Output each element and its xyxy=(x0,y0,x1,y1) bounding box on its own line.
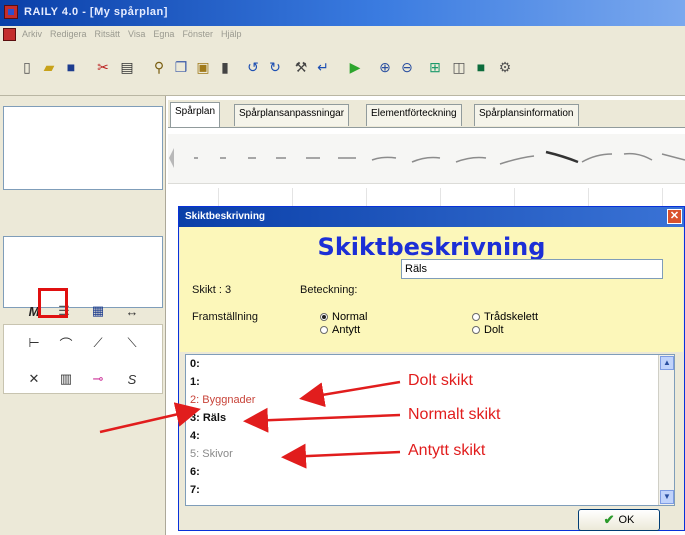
settings-icon[interactable]: ⚙ xyxy=(496,58,514,76)
tool-icon[interactable]: ⚒ xyxy=(292,58,310,76)
menu-ritsatt[interactable]: Ritsätt xyxy=(95,29,121,39)
dialog-titlebar[interactable]: Skiktbeskrivning ✕ xyxy=(179,207,684,227)
radio-hinted-dot[interactable] xyxy=(320,326,328,334)
layer-row[interactable]: 6: xyxy=(190,466,200,478)
color-icon[interactable]: ■ xyxy=(472,58,490,76)
layer-row[interactable]: 4: xyxy=(190,430,200,442)
layers-icon[interactable]: ◫ xyxy=(450,58,468,76)
menu-fonster[interactable]: Fönster xyxy=(182,29,213,39)
annotation-normal-layer: Normalt skikt xyxy=(408,406,501,423)
switch-right-icon[interactable]: ⟍ xyxy=(120,331,144,355)
rotate-right-icon[interactable]: ↻ xyxy=(266,58,284,76)
layer-name-input[interactable] xyxy=(401,259,663,279)
s-curve-icon[interactable]: S xyxy=(120,367,144,391)
presentation-label: Framställning xyxy=(192,311,259,323)
fit-icon[interactable]: ⊞ xyxy=(426,58,444,76)
dialog-heading: Skiktbeskrivning xyxy=(317,233,546,261)
element-list[interactable] xyxy=(3,106,163,190)
ok-button[interactable]: ✔ OK xyxy=(578,509,660,531)
radio-hinted[interactable]: Antytt xyxy=(320,324,360,336)
crossing-icon[interactable]: ✕ xyxy=(22,367,46,391)
dialog-title: Skiktbeskrivning xyxy=(185,211,266,222)
app-title: RAILY 4.0 - [My spårplan] xyxy=(24,6,168,18)
enter-icon[interactable]: ↵ xyxy=(314,58,332,76)
radio-normal[interactable]: Normal xyxy=(320,311,367,323)
checkmark-icon: ✔ xyxy=(603,512,615,527)
rotate-left-icon[interactable]: ↺ xyxy=(244,58,262,76)
menu-hjalp[interactable]: Hjälp xyxy=(221,29,242,39)
layer-description-dialog: Skiktbeskrivning ✕ Skiktbeskrivning Skik… xyxy=(178,206,685,531)
zoom-out-icon[interactable]: ⊖ xyxy=(398,58,416,76)
tab-elementforteckning[interactable]: Elementförteckning xyxy=(366,104,462,126)
layer-row[interactable]: 5: Skivor xyxy=(190,448,233,460)
layer-row[interactable]: 0: xyxy=(190,358,200,370)
menu-egna[interactable]: Egna xyxy=(153,29,174,39)
play-icon[interactable]: ▶ xyxy=(346,58,364,76)
layer-list-scrollbar[interactable]: ▲ ▼ xyxy=(658,355,674,505)
layer-row[interactable]: 2: Byggnader xyxy=(190,394,255,406)
document-icon xyxy=(3,28,16,41)
measure-icon[interactable]: ↔ xyxy=(120,299,144,323)
layer-row[interactable]: 7: xyxy=(190,484,200,496)
radio-normal-dot[interactable] xyxy=(320,313,328,321)
table-icon[interactable]: ▦ xyxy=(86,299,110,323)
cut-icon[interactable]: ✂ xyxy=(94,58,112,76)
radio-skeleton-dot[interactable] xyxy=(472,313,480,321)
menu-redigera[interactable]: Redigera xyxy=(50,29,87,39)
radio-hidden-dot[interactable] xyxy=(472,326,480,334)
layer-row[interactable]: 3: Räls xyxy=(190,412,226,424)
radio-hidden-label: Dolt xyxy=(484,324,504,336)
annotation-hidden-layer: Dolt skikt xyxy=(408,372,473,389)
radio-skeleton-label: Trådskelett xyxy=(484,311,539,323)
tab-row: Spårplan Spårplansanpassningar Elementfö… xyxy=(168,100,685,128)
delete-icon[interactable]: ▮ xyxy=(216,58,234,76)
tab-sparplansanpassningar[interactable]: Spårplansanpassningar xyxy=(234,104,350,126)
dialog-header-band: Skiktbeskrivning Skikt : 3 Beteckning: F… xyxy=(180,227,683,352)
menu-bar: Arkiv Redigera Ritsätt Visa Egna Fönster… xyxy=(0,26,685,44)
menu-items: Arkiv Redigera Ritsätt Visa Egna Fönster… xyxy=(22,29,241,39)
radio-hidden[interactable]: Dolt xyxy=(472,324,504,336)
toolbar: ▯ ▰ ■ ✂ ▤ ⚲ ❐ ▣ ▮ ↺ ↻ ⚒ ↵ ▶ ⊕ ⊖ ⊞ ◫ ■ ⚙ xyxy=(0,44,685,96)
straight-track-icon[interactable]: ⊢ xyxy=(22,331,46,355)
annotation-hinted-layer: Antytt skikt xyxy=(408,442,486,459)
copy-icon[interactable]: ❐ xyxy=(172,58,190,76)
radio-skeleton[interactable]: Trådskelett xyxy=(472,311,538,323)
scroll-down-icon[interactable]: ▼ xyxy=(660,490,674,504)
layer-number-label: Skikt : 3 xyxy=(192,284,232,296)
buffer-icon[interactable]: ▥ xyxy=(54,367,78,391)
new-file-icon[interactable]: ▯ xyxy=(18,58,36,76)
menu-visa[interactable]: Visa xyxy=(128,29,145,39)
marker-icon[interactable]: ⊸ xyxy=(86,367,110,391)
zoom-in-icon[interactable]: ⊕ xyxy=(376,58,394,76)
layer-row[interactable]: 1: xyxy=(190,376,200,388)
open-folder-icon[interactable]: ▰ xyxy=(40,58,58,76)
tab-sparplan[interactable]: Spårplan xyxy=(170,102,221,127)
app-logo-icon xyxy=(4,5,18,19)
highlight-box xyxy=(38,288,68,318)
name-label: Beteckning: xyxy=(300,284,358,296)
find-icon[interactable]: ⚲ xyxy=(150,58,168,76)
tool-palette: M ☰ ▦ ↔ ⊢ ⌒ ⟋ ⟍ ✕ ▥ ⊸ S xyxy=(14,296,164,432)
curve-track-icon[interactable]: ⌒ xyxy=(54,331,78,355)
tab-sparplansinformation[interactable]: Spårplansinformation xyxy=(474,104,579,126)
track-strip xyxy=(168,134,685,184)
switch-left-icon[interactable]: ⟋ xyxy=(86,331,110,355)
close-icon[interactable]: ✕ xyxy=(667,209,682,224)
scroll-up-icon[interactable]: ▲ xyxy=(660,356,674,370)
menu-arkiv[interactable]: Arkiv xyxy=(22,29,42,39)
paste-icon[interactable]: ▣ xyxy=(194,58,212,76)
radio-hinted-label: Antytt xyxy=(332,324,361,336)
app-titlebar: RAILY 4.0 - [My spårplan] xyxy=(0,0,685,26)
print-icon[interactable]: ▤ xyxy=(118,58,136,76)
ok-label: OK xyxy=(618,514,635,526)
track-preview xyxy=(169,148,685,168)
radio-normal-label: Normal xyxy=(332,311,368,323)
save-icon[interactable]: ■ xyxy=(62,58,80,76)
